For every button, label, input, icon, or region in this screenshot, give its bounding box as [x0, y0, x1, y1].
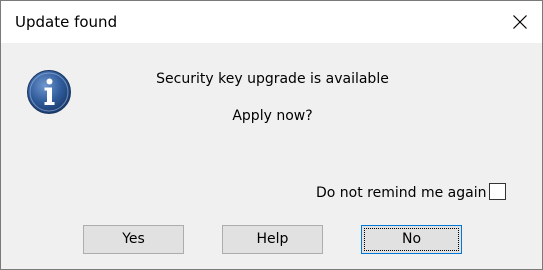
message-main: Security key upgrade is available: [156, 71, 389, 87]
yes-button[interactable]: Yes: [83, 225, 184, 254]
update-found-dialog: Update found Security key upgrade is ava…: [0, 0, 543, 270]
no-button[interactable]: No: [361, 225, 462, 254]
close-icon: [513, 15, 527, 29]
title-bar: Update found: [1, 1, 542, 43]
remind-checkbox-label[interactable]: Do not remind me again: [316, 185, 486, 201]
message-question: Apply now?: [232, 108, 313, 124]
window-title: Update found: [15, 13, 118, 31]
help-button[interactable]: Help: [222, 225, 323, 254]
remind-checkbox[interactable]: [489, 183, 506, 200]
close-button[interactable]: [506, 9, 534, 35]
no-button-label: No: [401, 231, 422, 247]
info-icon: [26, 69, 72, 115]
